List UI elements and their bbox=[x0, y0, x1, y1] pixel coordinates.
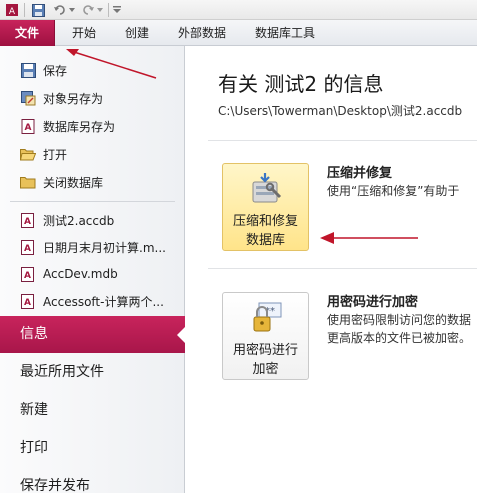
command-label: 对象另存为 bbox=[43, 91, 104, 106]
save-icon bbox=[20, 62, 36, 78]
nav-tab-info[interactable]: 信息 bbox=[0, 316, 186, 353]
svg-text:A: A bbox=[24, 298, 31, 308]
save-icon[interactable] bbox=[30, 3, 46, 17]
recent-file-label: 日期月末月初计算.m... bbox=[43, 240, 166, 255]
divider bbox=[208, 140, 477, 141]
command-label: 关闭数据库 bbox=[43, 175, 104, 190]
svg-text:A: A bbox=[24, 271, 31, 281]
file-path: C:\Users\Towerman\Desktop\测试2.accdb bbox=[218, 104, 463, 118]
button-label: 用密码进行 加密 bbox=[233, 341, 298, 379]
section-description: 使用密码限制访问您的数据 bbox=[327, 313, 472, 327]
encrypt-password-icon: ** bbox=[249, 301, 283, 337]
save-database-as-icon: A bbox=[20, 118, 36, 134]
encrypt-with-password-button[interactable]: ** 用密码进行 加密 bbox=[222, 292, 309, 380]
svg-text:A: A bbox=[9, 7, 16, 17]
recent-file-label: Accessoft-计算两个... bbox=[43, 294, 164, 309]
section-title: 压缩并修复 bbox=[327, 166, 393, 181]
svg-text:A: A bbox=[24, 244, 31, 254]
app-icon[interactable]: A bbox=[4, 3, 20, 17]
open-command[interactable]: 打开 bbox=[0, 140, 185, 168]
divider bbox=[10, 201, 175, 202]
compact-repair-button[interactable]: 压缩和修复 数据库 bbox=[222, 163, 309, 251]
close-database-command[interactable]: 关闭数据库 bbox=[0, 168, 185, 196]
recent-file-item[interactable]: A 测试2.accdb bbox=[0, 206, 185, 234]
section-description: 使用“压缩和修复”有助于 bbox=[327, 184, 460, 198]
command-label: 数据库另存为 bbox=[43, 119, 116, 134]
svg-text:A: A bbox=[24, 123, 31, 133]
ribbon-tab-bar: 文件 开始 创建 外部数据 数据库工具 bbox=[0, 20, 477, 46]
compact-repair-icon bbox=[249, 172, 283, 208]
divider bbox=[208, 268, 477, 269]
customize-icon[interactable] bbox=[112, 3, 122, 17]
save-object-as-icon bbox=[20, 90, 36, 106]
nav-tab-print[interactable]: 打印 bbox=[0, 430, 185, 467]
button-label-line: 数据库 bbox=[245, 233, 285, 248]
recent-file-item[interactable]: A AccDev.mdb bbox=[0, 260, 185, 288]
save-database-as-command[interactable]: A 数据库另存为 bbox=[0, 112, 185, 140]
toolbar-separator bbox=[108, 3, 109, 17]
tab-database-tools[interactable]: 数据库工具 bbox=[249, 20, 321, 46]
recent-file-item[interactable]: A 日期月末月初计算.m... bbox=[0, 233, 185, 261]
nav-tab-new[interactable]: 新建 bbox=[0, 392, 185, 429]
button-label-line: 加密 bbox=[252, 362, 279, 377]
annotation-arrow bbox=[320, 232, 418, 244]
button-label: 压缩和修复 数据库 bbox=[233, 212, 298, 250]
access-file-icon: A bbox=[20, 266, 36, 282]
info-panel: 有关 测试2 的信息 C:\Users\Towerman\Desktop\测试2… bbox=[186, 46, 477, 493]
backstage-nav: 保存 对象另存为 A 数据库另存为 打开 关闭数据库 A 测试2.accdb A bbox=[0, 46, 186, 493]
recent-file-item[interactable]: A Accessoft-计算两个... bbox=[0, 287, 185, 315]
redo-icon[interactable] bbox=[80, 3, 96, 17]
command-label: 打开 bbox=[43, 147, 68, 162]
save-object-as-command[interactable]: 对象另存为 bbox=[0, 84, 185, 112]
tab-file[interactable]: 文件 bbox=[0, 20, 55, 46]
annotation-arrow bbox=[66, 49, 157, 79]
nav-tab-save-publish[interactable]: 保存并发布 bbox=[0, 468, 185, 493]
recent-file-label: AccDev.mdb bbox=[43, 267, 118, 281]
access-file-icon: A bbox=[20, 212, 36, 228]
tab-create[interactable]: 创建 bbox=[117, 20, 157, 46]
close-database-icon bbox=[20, 174, 36, 190]
undo-dropdown-icon[interactable] bbox=[68, 3, 76, 17]
quick-access-toolbar: A bbox=[0, 0, 477, 20]
button-label-line: 压缩和修复 bbox=[232, 214, 298, 229]
undo-icon[interactable] bbox=[52, 3, 68, 17]
open-folder-icon bbox=[20, 146, 36, 162]
access-file-icon: A bbox=[20, 293, 36, 309]
button-label-line: 用密码进行 bbox=[232, 343, 298, 358]
recent-file-label: 测试2.accdb bbox=[43, 213, 115, 228]
access-file-icon: A bbox=[20, 239, 36, 255]
svg-text:A: A bbox=[24, 217, 31, 227]
nav-tab-recent[interactable]: 最近所用文件 bbox=[0, 354, 185, 391]
section-title: 用密码进行加密 bbox=[327, 295, 419, 310]
page-title: 有关 测试2 的信息 bbox=[218, 72, 384, 96]
toolbar-separator bbox=[24, 3, 25, 17]
tab-home[interactable]: 开始 bbox=[64, 20, 104, 46]
tab-external-data[interactable]: 外部数据 bbox=[172, 20, 232, 46]
section-description: 更高版本的文件已被加密。 bbox=[327, 331, 472, 345]
redo-dropdown-icon[interactable] bbox=[96, 3, 104, 17]
